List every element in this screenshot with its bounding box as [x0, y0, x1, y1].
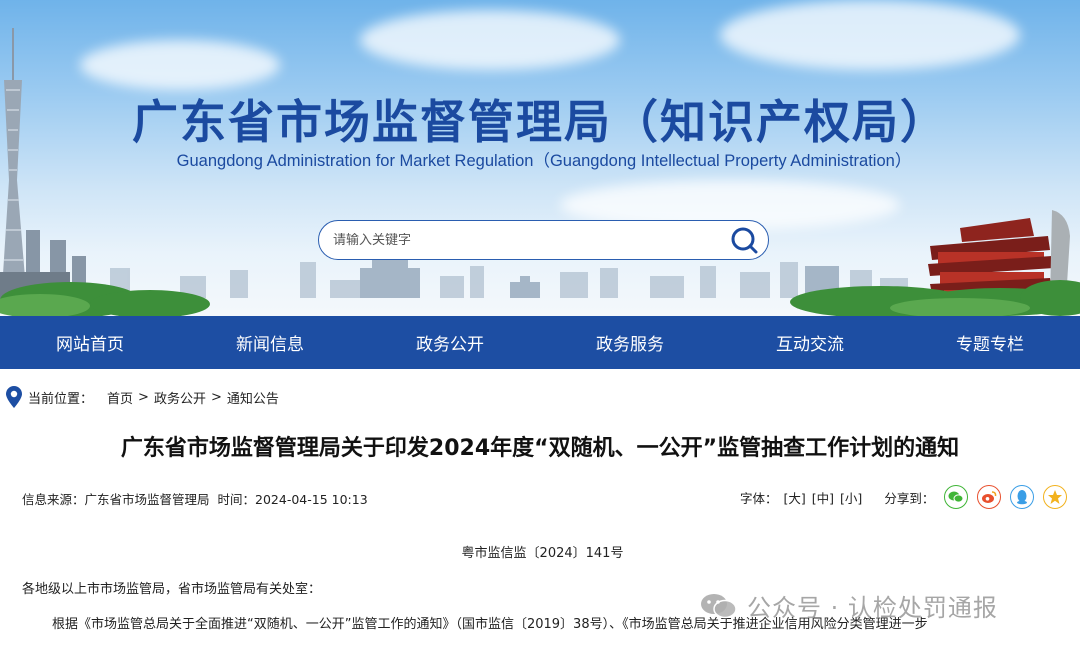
- breadcrumb-separator: >: [138, 389, 149, 405]
- font-size-large-button[interactable]: [大]: [784, 488, 806, 507]
- qq-icon: [1017, 490, 1028, 505]
- watermark-text: 公众号 · 认检处罚通报: [747, 594, 998, 622]
- location-pin-icon: [6, 386, 22, 408]
- site-title: 广东省市场监督管理局（知识产权局）: [132, 95, 948, 149]
- search-button[interactable]: [724, 221, 764, 259]
- breadcrumb-government-affairs[interactable]: 政务公开: [154, 388, 206, 407]
- share-label: 分享到：: [884, 490, 935, 506]
- search-bar: [318, 220, 769, 260]
- search-input[interactable]: [319, 232, 724, 248]
- weibo-icon: [982, 491, 997, 503]
- breadcrumb-prefix: 当前位置：: [28, 391, 94, 407]
- font-size-small-button[interactable]: [小]: [840, 488, 862, 507]
- share-weibo-button[interactable]: [977, 485, 1002, 509]
- nav-news[interactable]: 新闻信息: [180, 316, 360, 369]
- qzone-icon: [1048, 490, 1063, 504]
- article-paragraph: 各地级以上市市场监管局，省市场监管局有关处室：: [22, 582, 322, 597]
- breadcrumb-home[interactable]: 首页: [107, 388, 133, 407]
- share-qq-button[interactable]: [1010, 485, 1035, 509]
- watermark: 公众号 · 认检处罚通报: [699, 588, 998, 623]
- share-wechat-button[interactable]: [944, 485, 969, 509]
- breadcrumb: 当前位置： 首页 > 政务公开 > 通知公告: [6, 386, 279, 408]
- search-icon: [731, 227, 758, 254]
- share-qzone-button[interactable]: [1043, 485, 1068, 509]
- font-size-medium-button[interactable]: [中]: [812, 488, 834, 507]
- article-title: 广东省市场监督管理局关于印发2024年度“双随机、一公开”监管抽查工作计划的通知: [120, 436, 960, 461]
- site-subtitle: Guangdong Administration for Market Regu…: [176, 152, 912, 170]
- breadcrumb-separator: >: [210, 389, 222, 405]
- breadcrumb-notices[interactable]: 通知公告: [227, 388, 279, 407]
- article-source: 信息来源：广东省市场监督管理局: [22, 492, 210, 507]
- main-nav: 网站首页 新闻信息 政务公开 政务服务 互动交流 专题专栏: [0, 316, 1080, 369]
- nav-government-affairs[interactable]: 政务公开: [360, 316, 540, 369]
- article-meta: 信息来源：广东省市场监督管理局 时间：2024-04-15 10:13: [22, 489, 368, 508]
- article-time: 时间：2024-04-15 10:13: [217, 492, 368, 507]
- nav-government-services[interactable]: 政务服务: [540, 316, 720, 369]
- document-number: 粤市监信监〔2024〕141号: [461, 546, 624, 561]
- font-size-label: 字体：: [740, 490, 778, 506]
- nav-home[interactable]: 网站首页: [0, 316, 180, 369]
- wechat-icon: [948, 491, 964, 503]
- nav-interaction[interactable]: 互动交流: [720, 316, 900, 369]
- wechat-official-account-icon: [701, 593, 737, 618]
- nav-special-topics[interactable]: 专题专栏: [900, 316, 1080, 369]
- article-tools: 字体： [大] [中] [小] 分享到：: [740, 484, 1076, 510]
- header-banner: 广东省市场监督管理局（知识产权局） Guangdong Administrati…: [0, 0, 1080, 316]
